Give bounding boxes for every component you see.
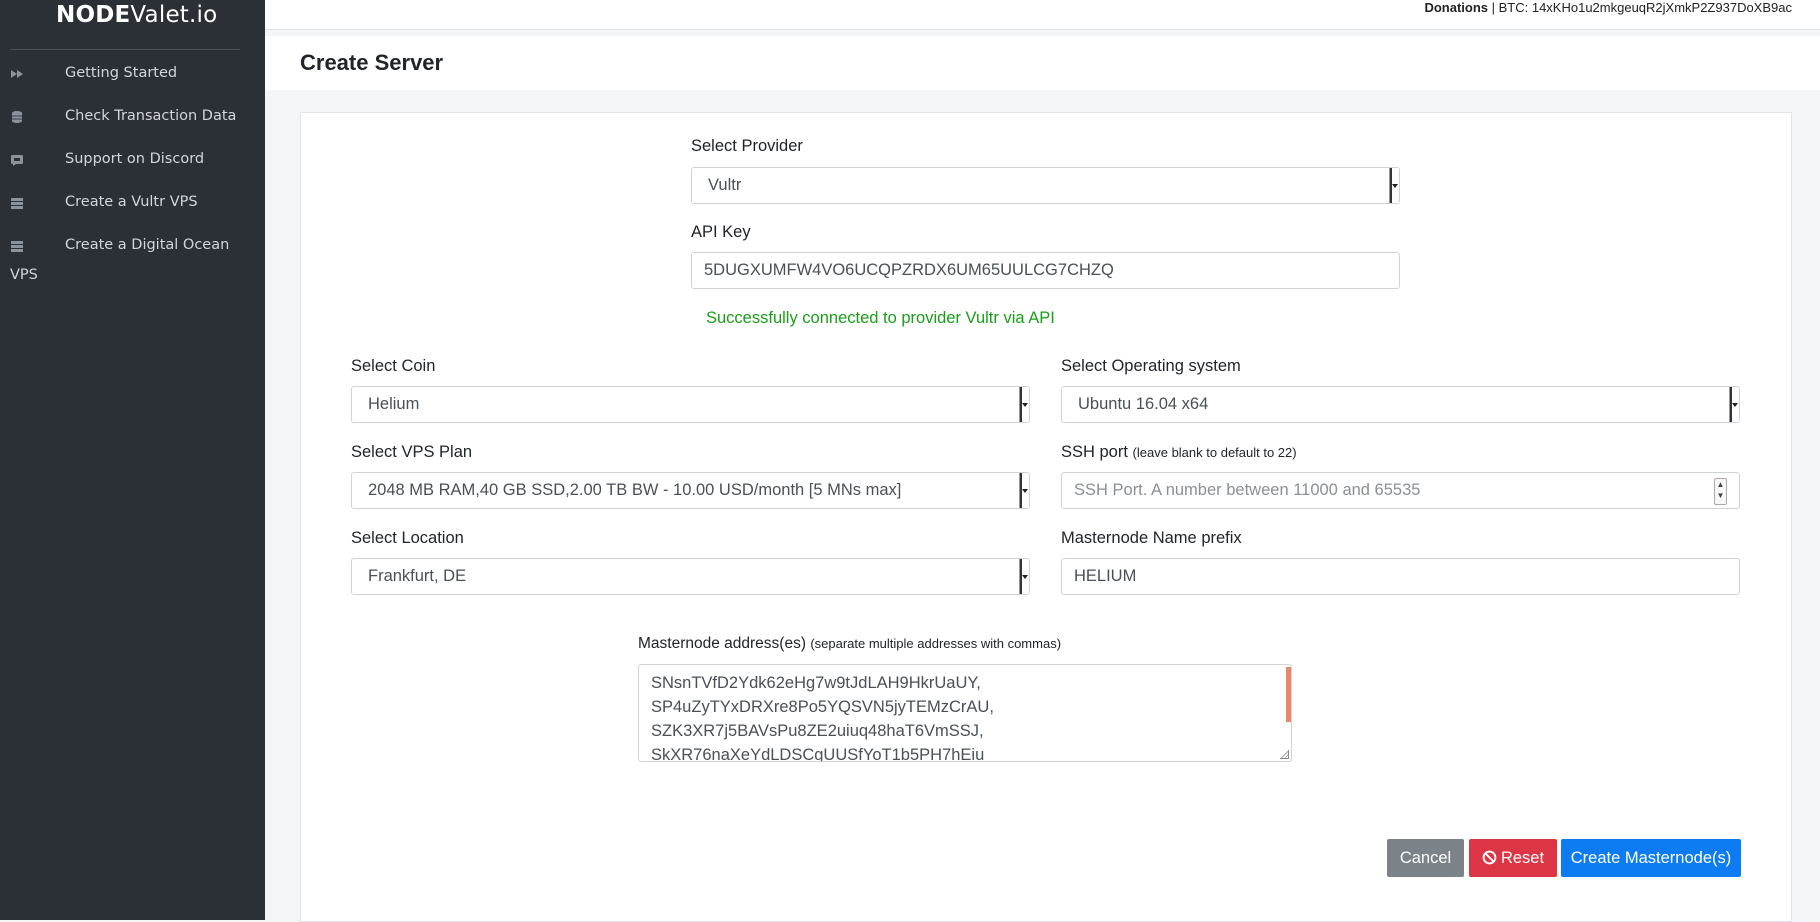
ssh-port-placeholder: SSH Port. A number between 11000 and 655… <box>1074 481 1421 499</box>
ssh-port-label: SSH port (leave blank to default to 22) <box>1061 443 1297 462</box>
coin-label: Select Coin <box>351 357 436 375</box>
page-header: Create Server <box>265 36 1820 90</box>
os-select[interactable]: Ubuntu 16.04 x64 <box>1061 386 1740 423</box>
address-line: SNsnTVfD2Ydk62eHg7w9tJdLAH9HkrUaUY, <box>651 674 981 692</box>
create-button-label: Create Masternode(s) <box>1570 849 1732 867</box>
brand-logo[interactable]: NODEValet.io <box>56 2 217 28</box>
os-label: Select Operating system <box>1061 357 1241 375</box>
vps-plan-select[interactable]: 2048 MB RAM,40 GB SSD,2.00 TB BW - 10.00… <box>351 472 1030 509</box>
ssh-port-label-text: SSH port <box>1061 443 1128 461</box>
resize-grip-icon[interactable] <box>1280 750 1289 759</box>
chevron-down-icon <box>1019 559 1029 594</box>
addresses-label: Masternode address(es) (separate multipl… <box>638 635 1061 653</box>
sidebar-item-label: Create a Digital Ocean <box>65 237 230 253</box>
address-line: SZK3XR7j5BAVsPu8ZE2uiuq48haT6VmSSJ, <box>651 722 984 740</box>
donations-label: Donations <box>1424 0 1489 15</box>
chevron-down-icon <box>1019 387 1029 422</box>
server-icon <box>11 241 23 252</box>
btc-address: | BTC: 14xKHo1u2mkgeuqR2jXmkP2Z937DoXB9a… <box>1488 0 1792 15</box>
location-label: Select Location <box>351 529 464 547</box>
server-icon <box>11 198 23 209</box>
sidebar-item-label: Create a Vultr VPS <box>65 194 198 210</box>
database-icon <box>12 111 22 123</box>
coin-select[interactable]: Helium <box>351 386 1030 423</box>
addresses-label-text: Masternode address(es) <box>638 635 806 652</box>
api-key-value: 5DUGXUMFW4VO6UCQPZRDX6UM65UULCG7CHZQ <box>704 261 1114 279</box>
connection-status-message: Successfully connected to provider Vultr… <box>706 309 1055 327</box>
sidebar-item-label: Getting Started <box>65 65 178 81</box>
sidebar-item-label: Check Transaction Data <box>65 108 237 124</box>
reset-button[interactable]: Reset <box>1469 839 1557 877</box>
create-server-form: Select Provider Vultr API Key 5DUGXUMFW4… <box>300 112 1792 922</box>
fast-forward-icon <box>11 70 23 78</box>
address-line: SP4uZyTYxDRXre8Po5YQSVN5jyTEMzCrAU, <box>651 698 994 716</box>
ban-icon <box>1482 850 1497 865</box>
topbar: Donations | BTC: 14xKHo1u2mkgeuqR2jXmkP2… <box>265 0 1820 30</box>
name-prefix-input[interactable]: HELIUM <box>1061 558 1740 595</box>
sidebar-item-label: Support on Discord <box>65 151 205 167</box>
brand-rest: Valet.io <box>130 2 218 28</box>
addresses-textarea[interactable]: SNsnTVfD2Ydk62eHg7w9tJdLAH9HkrUaUY, SP4u… <box>638 664 1292 762</box>
sidebar-item-getting-started[interactable]: Getting Started <box>0 55 265 95</box>
provider-label: Select Provider <box>691 137 803 155</box>
number-spinner[interactable]: ▲ ▼ <box>1714 478 1727 505</box>
reset-button-label: Reset <box>1500 849 1545 867</box>
location-select-value: Frankfurt, DE <box>368 567 467 585</box>
sidebar-item-label-wrap: VPS <box>10 267 38 283</box>
provider-select-value: Vultr <box>708 176 742 194</box>
name-prefix-value: HELIUM <box>1074 567 1137 585</box>
vps-plan-label: Select VPS Plan <box>351 443 473 461</box>
ssh-port-hint: (leave blank to default to 22) <box>1132 445 1297 460</box>
coin-select-value: Helium <box>368 395 420 413</box>
address-line: SkXR76naXeYdLDSCgUUSfYoT1b5PH7hEiu <box>651 746 985 762</box>
sidebar-item-check-transaction[interactable]: Check Transaction Data <box>0 98 265 138</box>
sidebar-item-discord[interactable]: Support on Discord <box>0 141 265 181</box>
sidebar-divider <box>10 49 240 50</box>
page-title: Create Server <box>300 50 444 75</box>
donations-text: Donations | BTC: 14xKHo1u2mkgeuqR2jXmkP2… <box>1424 0 1792 15</box>
chevron-down-icon <box>1389 168 1399 203</box>
addresses-hint: (separate multiple addresses with commas… <box>810 636 1062 651</box>
cancel-button[interactable]: Cancel <box>1387 839 1464 877</box>
textarea-scrollbar[interactable] <box>1286 667 1291 722</box>
api-key-label: API Key <box>691 223 751 241</box>
provider-select[interactable]: Vultr <box>691 167 1400 204</box>
sidebar-item-vultr-vps[interactable]: Create a Vultr VPS <box>0 184 265 224</box>
vps-plan-select-value: 2048 MB RAM,40 GB SSD,2.00 TB BW - 10.00… <box>368 481 902 499</box>
cancel-button-label: Cancel <box>1399 849 1452 867</box>
location-select[interactable]: Frankfurt, DE <box>351 558 1030 595</box>
os-select-value: Ubuntu 16.04 x64 <box>1078 395 1209 413</box>
sidebar: NODEValet.io Getting Started Check Trans… <box>0 0 265 920</box>
create-masternodes-button[interactable]: Create Masternode(s) <box>1561 839 1741 877</box>
api-key-input[interactable]: 5DUGXUMFW4VO6UCQPZRDX6UM65UULCG7CHZQ <box>691 252 1400 289</box>
sidebar-item-digital-ocean-vps[interactable]: Create a Digital Ocean VPS <box>0 227 265 297</box>
ssh-port-input[interactable]: SSH Port. A number between 11000 and 655… <box>1061 472 1740 509</box>
chevron-down-icon <box>1019 473 1029 508</box>
chevron-down-icon <box>1729 387 1739 422</box>
chat-icon <box>11 155 23 166</box>
brand-bold: NODE <box>56 2 131 28</box>
name-prefix-label: Masternode Name prefix <box>1061 529 1242 547</box>
